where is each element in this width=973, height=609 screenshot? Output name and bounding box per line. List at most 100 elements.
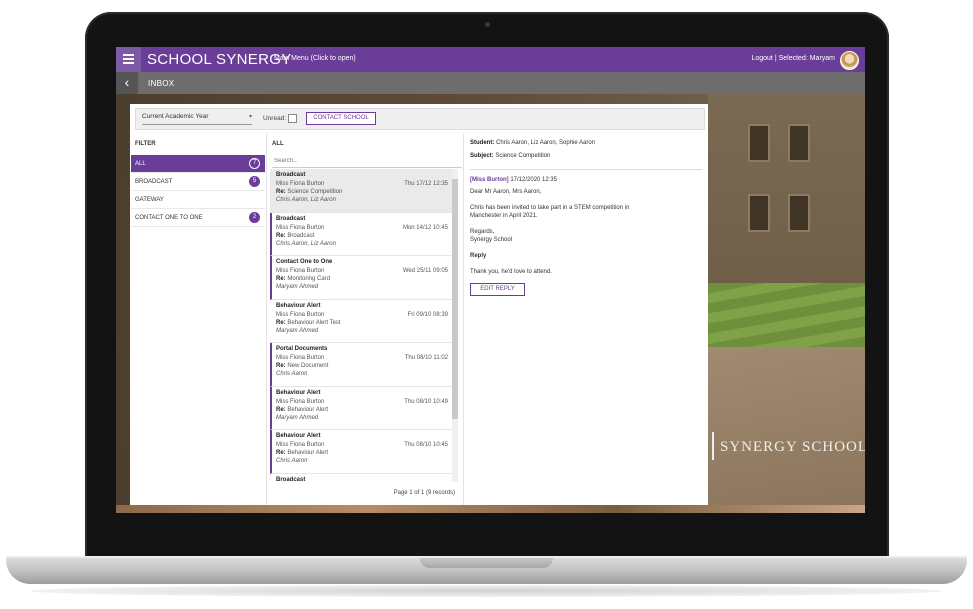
school-logo-mark [712,432,714,460]
message-type: Broadcast [276,476,306,483]
message-subject: Re: Science Competition [276,189,342,195]
filter-label: BROADCAST [135,179,173,185]
contact-school-button[interactable]: CONTACT SCHOOL [306,112,376,125]
reply-text: Thank you, he'd love to attend. [470,269,552,275]
academic-year-select[interactable]: Current Academic Year ▾ [142,113,252,125]
back-arrow-icon[interactable]: ‹ [116,72,138,94]
scrollbar-thumb[interactable] [452,179,458,419]
filter-item-broadcast[interactable]: BROADCAST 5 [131,173,265,191]
message-sender: [Miss Burton] [470,177,509,183]
subject-label: Subject: [470,153,494,159]
window [788,124,810,162]
count-badge: 2 [249,212,260,223]
message-subject-text: Behaviour Alert [287,406,329,413]
message-students: Maryam Ahmed [276,284,319,290]
message-subject: Re: Behaviour Alert Test [276,320,341,326]
message-item[interactable]: Behaviour Alert Miss Fiona Burton Thu 08… [270,430,452,474]
photo-bottom-strip [116,505,865,513]
message-students: Chris Aaron, Liz Aaron [276,197,336,203]
hamburger-menu-icon[interactable] [116,47,141,72]
re-prefix: Re: [276,406,286,413]
message-type: Behaviour Alert [276,302,321,309]
message-item[interactable]: Behaviour Alert Miss Fiona Burton Thu 08… [270,386,452,430]
subject-line: Subject: Science Competition [470,153,550,159]
message-item[interactable]: Contact One to One Miss Fiona Burton Wed… [270,256,452,300]
message-item[interactable]: Broadcast Miss Fiona Burton Thu 17/12 12… [270,169,452,213]
avatar[interactable] [840,51,859,70]
reply-heading: Reply [470,253,487,259]
message-list-scrollbar[interactable] [452,169,458,482]
message-students: Chris Aaron, Liz Aaron [276,240,336,247]
count-badge: 5 [249,176,260,187]
top-bar: SCHOOL SYNERGY Main Menu (Click to open)… [116,47,865,72]
message-subject: Re: Broadcast [276,233,314,239]
message-item[interactable]: Portal Documents Miss Fiona Burton Thu 0… [270,343,452,387]
message-type: Broadcast [276,215,306,222]
chevron-down-icon: ▾ [248,114,252,120]
message-item[interactable]: Broadcast [270,474,452,483]
message-detail-panel: Student: Chris Aaron, Liz Aaron, Sophie … [464,133,708,505]
message-item[interactable]: Behaviour Alert Miss Fiona Burton Fri 09… [270,300,452,343]
re-prefix: Re: [276,319,286,326]
message-subject-text: Monitoring Card [287,276,331,282]
unread-label: Unread: [263,115,287,122]
filter-item-contact-one-to-one[interactable]: CONTACT ONE TO ONE 2 [131,209,265,227]
message-sender: Miss Fiona Burton [276,268,325,274]
school-name-watermark: SYNERGY SCHOOL [720,439,865,455]
message-students: Maryam Ahmed [276,414,319,421]
filter-item-all[interactable]: ALL 7 [131,155,265,173]
re-prefix: Re: [276,450,286,456]
re-prefix: Re: [276,363,286,369]
student-label: Student: [470,140,495,146]
message-regards: Regards, [470,229,495,235]
filter-label: CONTACT ONE TO ONE [135,215,203,221]
student-line: Student: Chris Aaron, Liz Aaron, Sophie … [470,140,595,146]
filter-item-gateway[interactable]: GATEWAY [131,191,265,209]
message-signature: Synergy School [470,237,513,243]
message-subject: Re: Behaviour Alert [276,407,328,413]
window [788,194,810,232]
message-students: Chris Aaron [276,458,308,464]
main-menu-link[interactable]: Main Menu (Click to open) [274,55,356,62]
message-type: Contact One to One [276,259,333,265]
message-students: Maryam Ahmed [276,327,319,334]
laptop-shadow [30,585,943,597]
message-list-panel: ALL Broadcast Miss Fiona Burton Thu 17/1… [267,133,464,505]
message-subject-text: Behaviour Alert [287,450,329,456]
message-timestamp: 17/12/2020 12:35 [510,177,558,183]
message-subject: Re: Behaviour Alert [276,450,328,456]
message-subject-text: Behaviour Alert Test [287,319,341,326]
message-sender: Miss Fiona Burton [276,224,325,231]
message-subject: Re: New Document [276,363,328,369]
message-item[interactable]: Broadcast Miss Fiona Burton Mon 14/12 10… [270,212,452,256]
divider [470,169,702,170]
re-prefix: Re: [276,232,286,239]
message-type: Broadcast [276,172,306,178]
message-date: Thu 08/10 10:49 [404,398,448,405]
app-brand: SCHOOL SYNERGY [147,51,292,68]
logout-link[interactable]: Logout | Selected: Maryam [751,55,835,62]
search-input[interactable] [272,154,462,168]
message-body-line: Manchester in April 2021. [470,213,538,219]
message-subject: Re: Monitoring Card [276,276,330,282]
edit-reply-button[interactable]: EDIT REPLY [470,283,525,296]
message-date: Thu 17/12 12:35 [404,181,448,187]
unread-checkbox[interactable] [288,114,297,123]
pagination-status: Page 1 of 1 (9 records) [393,490,455,496]
filter-label: ALL [135,161,146,167]
message-greeting: Dear Mr Aaron, Mrs Aaron, [470,189,542,195]
window [748,194,770,232]
subject-value: Science Competition [495,153,551,159]
camera [485,22,490,27]
toolbar: Current Academic Year ▾ Unread: CONTACT … [135,108,705,130]
message-sender: Miss Fiona Burton [276,311,325,318]
message-type: Portal Documents [276,346,328,352]
re-prefix: Re: [276,189,286,195]
message-sender: Miss Fiona Burton [276,442,325,448]
academic-year-value: Current Academic Year [142,113,209,120]
re-prefix: Re: [276,276,286,282]
message-type: Behaviour Alert [276,389,321,396]
message-list: Broadcast Miss Fiona Burton Thu 17/12 12… [270,169,452,482]
filter-heading: FILTER [135,141,156,147]
message-date: Mon 14/12 10:45 [402,224,448,231]
